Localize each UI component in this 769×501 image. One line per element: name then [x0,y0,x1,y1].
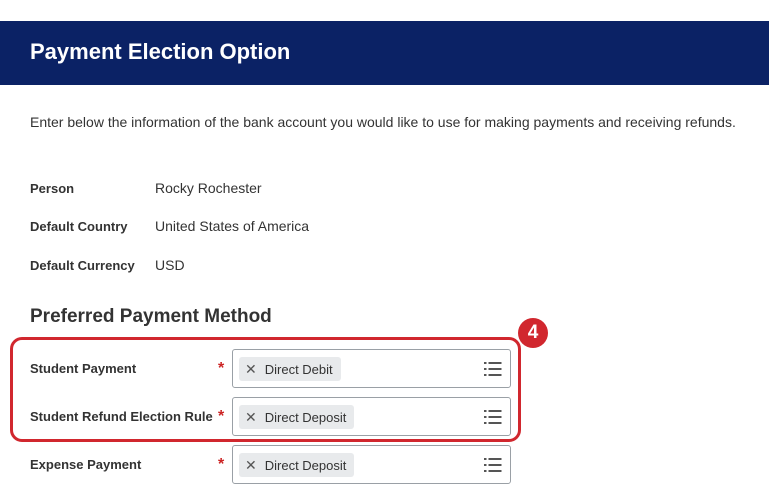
default-country-value: United States of America [155,218,310,234]
callout-step-badge: 4 [518,318,548,348]
expense-payment-label: Expense Payment [30,457,142,472]
expense-payment-field[interactable]: ✕ Direct Deposit [232,445,511,484]
payment-election-page: Payment Election Option Enter below the … [0,0,769,501]
expense-payment-selected-pill: ✕ Direct Deposit [239,453,355,477]
person-label: Person [30,181,75,196]
default-currency-label: Default Currency [30,258,135,273]
close-icon[interactable]: ✕ [245,458,257,472]
expense-payment-value: Direct Deposit [264,457,347,473]
list-icon[interactable] [484,457,502,473]
person-value: Rocky Rochester [155,180,262,196]
callout-highlight-box [10,337,521,442]
required-indicator: * [218,456,225,473]
default-country-label: Default Country [30,219,128,234]
page-header: Payment Election Option [0,21,769,85]
intro-text: Enter below the information of the bank … [30,114,736,130]
preferred-payment-method-heading: Preferred Payment Method [30,306,272,327]
page-title: Payment Election Option [30,39,291,64]
default-currency-value: USD [155,257,185,273]
